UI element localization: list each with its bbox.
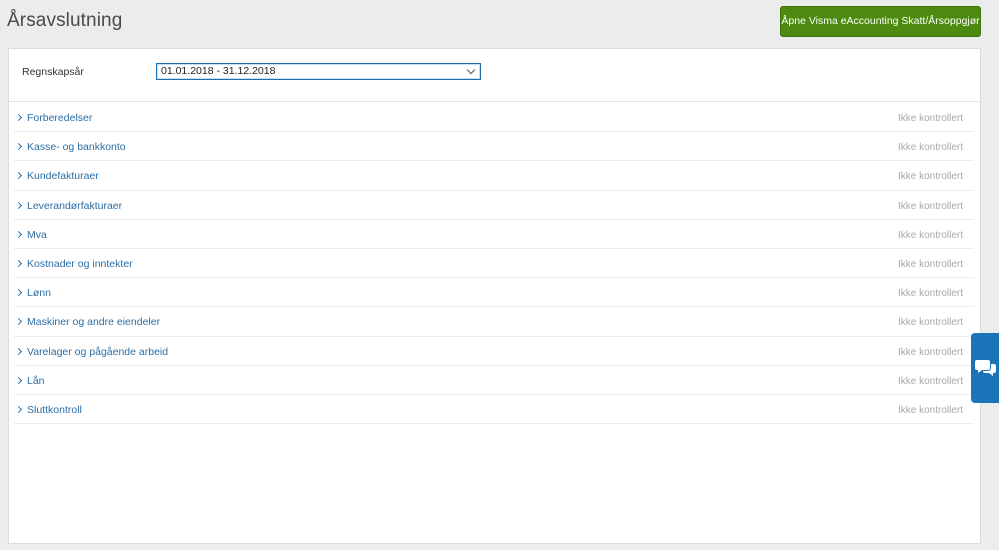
section-label: Kostnader og inntekter — [27, 257, 133, 270]
fiscal-year-value: 01.01.2018 - 31.12.2018 — [161, 65, 276, 77]
section-status: Ikke kontrollert — [897, 317, 963, 329]
section-row-kundefakturaer[interactable]: Kundefakturaer Ikke kontrollert — [14, 161, 974, 191]
chevron-right-icon — [14, 143, 23, 151]
section-label: Sluttkontroll — [27, 403, 82, 416]
page: Årsavslutning Åpne Visma eAccounting Ska… — [0, 0, 999, 550]
year-end-panel: Regnskapsår 01.01.2018 - 31.12.2018 Forb… — [8, 48, 981, 544]
fiscal-year-label: Regnskapsår — [22, 66, 84, 78]
chevron-right-icon — [14, 347, 23, 355]
chevron-right-icon — [14, 259, 23, 267]
chevron-right-icon — [14, 172, 23, 180]
section-label: Lån — [27, 374, 45, 387]
section-label: Forberedelser — [27, 112, 93, 124]
section-label: Kasse- og bankkonto — [27, 141, 126, 154]
section-row-kostnader-inntekter[interactable]: Kostnader og inntekter Ikke kontrollert — [14, 249, 974, 279]
fiscal-year-select[interactable]: 01.01.2018 - 31.12.2018 — [156, 63, 481, 80]
section-label: Varelager og pågående arbeid — [27, 345, 169, 358]
chevron-right-icon — [14, 405, 23, 413]
section-status: Ikke kontrollert — [897, 200, 963, 212]
chevron-right-icon — [14, 289, 23, 297]
section-row-forberedelser[interactable]: Forberedelser Ikke kontrollert — [14, 103, 974, 133]
page-title: Årsavslutning — [7, 10, 123, 31]
section-status: Ikke kontrollert — [897, 171, 963, 183]
section-status: Ikke kontrollert — [897, 375, 963, 387]
section-label: Mva — [27, 228, 47, 241]
section-row-varelager-arbeid[interactable]: Varelager og pågående arbeid Ikke kontro… — [14, 337, 974, 366]
chevron-down-icon — [466, 65, 476, 75]
chat-bubbles-icon — [975, 360, 996, 376]
section-label: Lønn — [27, 287, 51, 300]
section-status: Ikke kontrollert — [897, 142, 963, 154]
fiscal-year-filter: Regnskapsår 01.01.2018 - 31.12.2018 — [9, 49, 980, 102]
section-list: Forberedelser Ikke kontrollert Kasse- og… — [14, 103, 974, 425]
chevron-right-icon — [14, 318, 23, 326]
chat-button[interactable] — [971, 333, 999, 403]
chevron-right-icon — [14, 230, 23, 238]
section-row-kasse-bankkonto[interactable]: Kasse- og bankkonto Ikke kontrollert — [14, 132, 974, 162]
chevron-right-icon — [14, 113, 23, 122]
chevron-right-icon — [14, 376, 23, 384]
section-status: Ikke kontrollert — [897, 258, 963, 270]
section-row-mva[interactable]: Mva Ikke kontrollert — [14, 220, 974, 249]
section-row-maskiner-eiendeler[interactable]: Maskiner og andre eiendeler Ikke kontrol… — [14, 307, 974, 337]
section-status: Ikke kontrollert — [897, 113, 963, 124]
section-label: Maskiner og andre eiendeler — [27, 316, 161, 329]
section-row-lan[interactable]: Lån Ikke kontrollert — [14, 366, 974, 395]
section-status: Ikke kontrollert — [897, 229, 963, 241]
section-row-sluttkontroll[interactable]: Sluttkontroll Ikke kontrollert — [14, 395, 974, 425]
section-row-lonn[interactable]: Lønn Ikke kontrollert — [14, 278, 974, 308]
chevron-right-icon — [14, 201, 23, 209]
section-label: Leverandørfakturaer — [27, 199, 123, 212]
section-label: Kundefakturaer — [27, 170, 99, 183]
section-status: Ikke kontrollert — [897, 404, 963, 416]
section-row-leverandorfakturaer[interactable]: Leverandørfakturaer Ikke kontrollert — [14, 191, 974, 220]
section-status: Ikke kontrollert — [897, 288, 963, 300]
open-tax-report-button[interactable]: Åpne Visma eAccounting Skatt/Årsoppgjør — [780, 6, 981, 37]
section-status: Ikke kontrollert — [897, 346, 963, 358]
